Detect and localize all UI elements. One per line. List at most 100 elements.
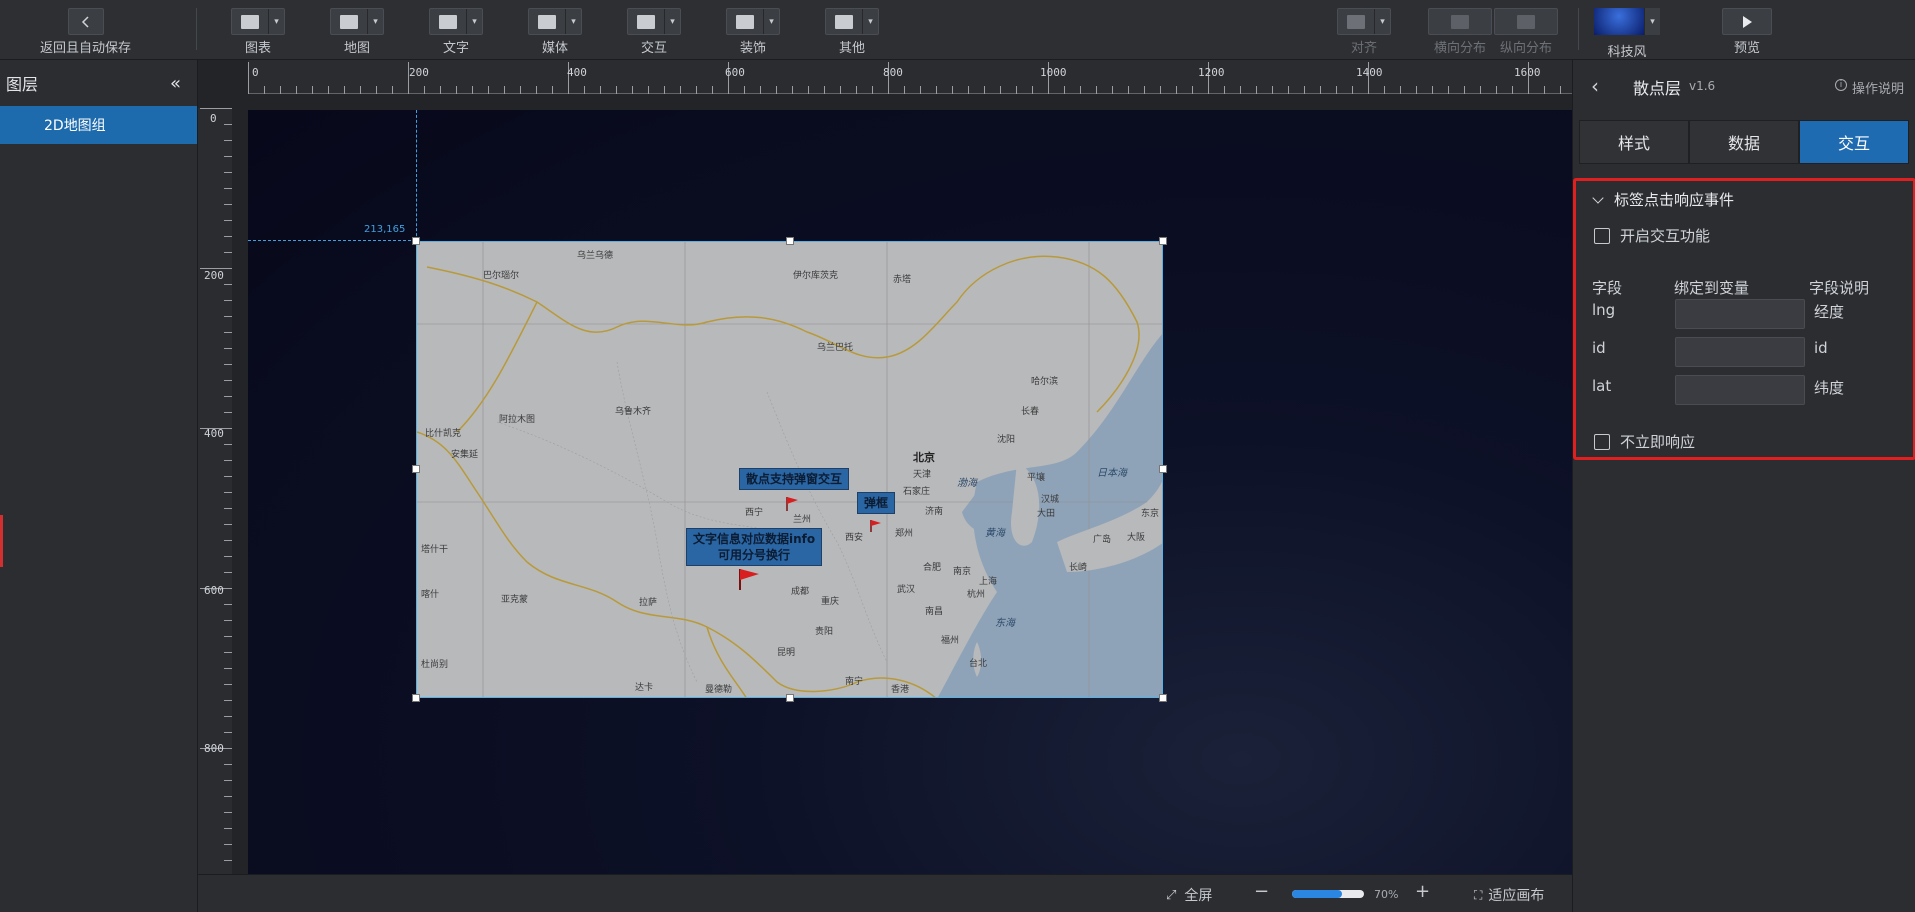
enable-interaction-label: 开启交互功能: [1620, 227, 1711, 245]
fullscreen-label: 全屏: [1184, 888, 1213, 904]
city-label-xianggang: 香港: [891, 685, 910, 695]
scatter-label-info[interactable]: 文字信息对应数据info 可用分号换行: [686, 528, 823, 566]
decoration-menu-button[interactable]: ▾ 装饰: [726, 8, 780, 56]
ruler-left-label: 400: [204, 427, 224, 440]
city-label-wulan: 乌兰乌德: [577, 251, 614, 261]
city-label-bishikaike: 比什凯克: [425, 429, 462, 439]
section-header[interactable]: 标签点击响应事件: [1592, 189, 1735, 210]
guide-line-vertical: [416, 110, 417, 241]
flag-marker-icon[interactable]: [869, 518, 885, 534]
vertical-distribute-icon: [1494, 8, 1558, 35]
toolbar-divider: [1578, 8, 1579, 50]
vertical-distribute-button[interactable]: 纵向分布: [1494, 8, 1558, 56]
play-icon: [1722, 8, 1772, 35]
no-immediate-response-checkbox[interactable]: [1594, 433, 1610, 450]
horizontal-distribute-label: 横向分布: [1433, 41, 1486, 56]
chevron-down-icon[interactable]: ▾: [664, 9, 680, 34]
align-icon: [1338, 9, 1374, 34]
back-save-button[interactable]: 返回且自动保存: [40, 8, 131, 56]
preview-label: 预览: [1733, 41, 1760, 56]
text-menu-button[interactable]: ▾ 文字: [429, 8, 483, 56]
enable-interaction-checkbox[interactable]: [1594, 227, 1610, 244]
collapse-double-left-icon[interactable]: «: [170, 73, 181, 94]
chevron-down-icon[interactable]: ▾: [466, 9, 482, 34]
ruler-left: 0 200 400 600 800: [198, 108, 232, 874]
chevron-down-icon[interactable]: ▾: [367, 9, 383, 34]
preview-button[interactable]: 预览: [1722, 8, 1772, 56]
no-immediate-response-row[interactable]: 不立即响应: [1594, 431, 1695, 452]
city-label-nanjing: 南京: [953, 567, 972, 577]
chevron-down-icon[interactable]: ▾: [1644, 8, 1660, 35]
ruler-left-label: 200: [204, 269, 224, 282]
theme-select-button[interactable]: ▾ 科技风: [1594, 8, 1660, 60]
other-menu-label: 其他: [838, 41, 865, 56]
align-button[interactable]: ▾ 对齐: [1337, 8, 1391, 56]
city-label-mandelei: 曼德勒: [705, 685, 733, 695]
section-title: 标签点击响应事件: [1614, 191, 1735, 209]
ruler-top-label: 600: [725, 66, 745, 79]
chart-menu-button[interactable]: ▾ 图表: [231, 8, 285, 56]
zoom-level: 70%: [1374, 888, 1399, 901]
layer-item[interactable]: 2D地图组: [0, 106, 197, 144]
flag-marker-icon[interactable]: [737, 566, 763, 592]
resize-handle-bottom[interactable]: [786, 694, 794, 702]
enable-interaction-row[interactable]: 开启交互功能: [1594, 225, 1710, 246]
bottom-status-bar: ⤢ 全屏 − 70% + ⛶ 适应画布: [198, 874, 1572, 912]
media-menu-button[interactable]: ▾ 媒体: [528, 8, 582, 56]
layers-resize-handle[interactable]: [0, 515, 3, 567]
zoom-out-button[interactable]: −: [1254, 881, 1269, 902]
city-label-beijing: 北京: [913, 451, 935, 464]
media-icon: [529, 9, 565, 34]
scatter-label-popup[interactable]: 散点支持弹窗交互: [739, 468, 850, 490]
chevron-down-icon[interactable]: ▾: [565, 9, 581, 34]
tab-style[interactable]: 样式: [1579, 120, 1689, 164]
other-menu-button[interactable]: ▾ 其他: [825, 8, 879, 56]
column-header-variable: 绑定到变量: [1674, 279, 1750, 297]
map-component[interactable]: 北京 天津 石家庄 济南 郑州 西安 西宁 兰州 成都 重庆 武汉 南京 上海 …: [416, 241, 1163, 698]
tab-interaction[interactable]: 交互: [1799, 120, 1909, 164]
resize-handle-top[interactable]: [786, 237, 794, 245]
fit-canvas-button[interactable]: ⛶ 适应画布: [1474, 885, 1544, 905]
sea-label-yellow-sea: 黄海: [985, 528, 1005, 539]
city-label-wulumuqi: 乌鲁木齐: [615, 407, 652, 417]
city-label-anxi: 安集延: [451, 450, 479, 460]
map-menu-button[interactable]: ▾ 地图: [330, 8, 384, 56]
city-label-guiyang: 贵阳: [815, 627, 834, 637]
horizontal-distribute-button[interactable]: 横向分布: [1428, 8, 1492, 56]
chevron-down-icon[interactable]: ▾: [862, 9, 878, 34]
tab-data[interactable]: 数据: [1689, 120, 1799, 164]
resize-handle-right[interactable]: [1159, 465, 1167, 473]
toolbar-divider: [196, 8, 197, 50]
flag-marker-icon[interactable]: [785, 495, 801, 513]
variable-input-id[interactable]: [1675, 337, 1805, 367]
chevron-down-icon[interactable]: ▾: [268, 9, 284, 34]
field-name-lng: lng: [1592, 301, 1616, 319]
resize-handle-top-left[interactable]: [412, 237, 420, 245]
layer-item-label: 2D地图组: [44, 118, 106, 134]
info-icon[interactable]: i: [1835, 79, 1847, 91]
scatter-label-dialog[interactable]: 弹框: [857, 492, 896, 514]
resize-handle-top-right[interactable]: [1159, 237, 1167, 245]
ruler-top-label: 200: [409, 66, 429, 79]
ruler-top-label: 1000: [1040, 66, 1067, 79]
fullscreen-button[interactable]: ⤢ 全屏: [1166, 885, 1212, 905]
resize-handle-bottom-right[interactable]: [1159, 694, 1167, 702]
city-label-nanning: 南宁: [845, 677, 864, 687]
interaction-menu-button[interactable]: ▾ 交互: [627, 8, 681, 56]
column-header-field: 字段: [1592, 279, 1623, 297]
variable-input-lat[interactable]: [1675, 375, 1805, 405]
chevron-down-icon[interactable]: ▾: [763, 9, 779, 34]
zoom-slider[interactable]: [1292, 890, 1364, 898]
ruler-left-label: 800: [204, 742, 224, 755]
chevron-down-icon[interactable]: ▾: [1374, 9, 1390, 34]
editor-canvas[interactable]: 213,165 北京 天津 石家庄 济南 郑州 西安 西宁 兰州 成都 重庆 武…: [248, 110, 1572, 874]
help-link[interactable]: 操作说明: [1852, 78, 1904, 97]
ruler-top-label: 0: [252, 66, 259, 79]
variable-input-lng[interactable]: [1675, 299, 1805, 329]
resize-handle-left[interactable]: [412, 465, 420, 473]
zoom-in-button[interactable]: +: [1415, 881, 1430, 902]
other-icon: [826, 9, 862, 34]
resize-handle-bottom-left[interactable]: [412, 694, 420, 702]
city-label-jinan: 济南: [925, 507, 944, 517]
back-arrow-icon[interactable]: ‹: [1591, 74, 1599, 98]
